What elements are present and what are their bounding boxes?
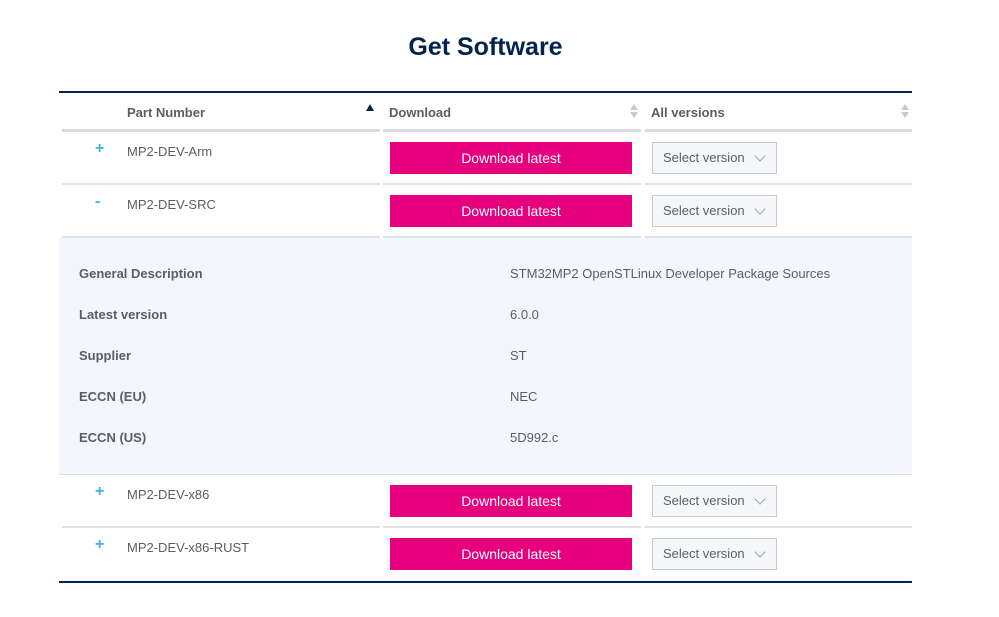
expand-toggle[interactable]: + — [95, 140, 104, 158]
table-row: + MP2-DEV-x86 Download latest Select ver… — [59, 475, 912, 528]
detail-value: ST — [510, 348, 527, 363]
detail-row-eccn-us: ECCN (US) 5D992.c — [59, 430, 912, 450]
chevron-down-icon — [754, 203, 766, 215]
part-number-cell: MP2-DEV-x86-RUST — [121, 528, 380, 581]
header-part-number-label: Part Number — [127, 105, 206, 120]
header-all-versions-label: All versions — [651, 105, 725, 120]
detail-row-general-description: General Description STM32MP2 OpenSTLinux… — [59, 266, 912, 286]
detail-value: STM32MP2 OpenSTLinux Developer Package S… — [510, 266, 831, 281]
detail-row-supplier: Supplier ST — [59, 348, 912, 368]
select-version-dropdown[interactable]: Select version — [652, 195, 777, 227]
detail-label: ECCN (EU) — [79, 389, 147, 404]
chevron-down-icon — [754, 546, 766, 558]
part-number-cell: MP2-DEV-SRC — [121, 185, 380, 238]
version-cell: Select version — [645, 475, 912, 528]
select-version-dropdown[interactable]: Select version — [652, 142, 777, 174]
detail-label: Latest version — [79, 307, 168, 322]
select-version-dropdown[interactable]: Select version — [652, 538, 777, 570]
select-version-label: Select version — [663, 203, 745, 218]
part-number: MP2-DEV-x86-RUST — [127, 540, 250, 555]
part-number: MP2-DEV-Arm — [127, 144, 213, 159]
header-download-label: Download — [389, 105, 452, 120]
part-number: MP2-DEV-x86 — [127, 487, 210, 502]
select-version-dropdown[interactable]: Select version — [652, 485, 777, 517]
download-latest-button[interactable]: Download latest — [390, 142, 632, 174]
download-cell: Download latest — [383, 185, 641, 238]
version-cell: Select version — [645, 185, 912, 238]
sort-icon[interactable] — [629, 104, 639, 120]
detail-label: Supplier — [79, 348, 132, 363]
select-version-label: Select version — [663, 546, 745, 561]
part-number: MP2-DEV-SRC — [127, 197, 216, 212]
expand-toggle[interactable]: + — [95, 536, 104, 554]
software-table: Part Number Download All versions + MP2-… — [59, 91, 912, 583]
table-row: + MP2-DEV-x86-RUST Download latest Selec… — [59, 528, 912, 581]
part-number-cell: MP2-DEV-Arm — [121, 132, 380, 185]
table-header: Part Number Download All versions — [59, 93, 912, 132]
detail-row-eccn-eu: ECCN (EU) NEC — [59, 389, 912, 409]
detail-row-latest-version: Latest version 6.0.0 — [59, 307, 912, 327]
detail-label: ECCN (US) — [79, 430, 147, 445]
version-cell: Select version — [645, 132, 912, 185]
detail-panel: General Description STM32MP2 OpenSTLinux… — [59, 238, 912, 475]
download-cell: Download latest — [383, 132, 641, 185]
collapse-toggle[interactable]: - — [95, 193, 100, 211]
download-latest-button[interactable]: Download latest — [390, 538, 632, 570]
header-part-number[interactable]: Part Number — [121, 93, 380, 132]
detail-value: 5D992.c — [510, 430, 559, 445]
detail-label: General Description — [79, 266, 203, 281]
expand-toggle[interactable]: + — [95, 483, 104, 501]
table-row: + MP2-DEV-Arm Download latest Select ver… — [59, 132, 912, 185]
get-software-page: Get Software Part Number Download All ve… — [0, 0, 999, 617]
header-download[interactable]: Download — [383, 93, 641, 132]
detail-value: NEC — [510, 389, 538, 404]
sort-ascending-icon[interactable] — [366, 104, 374, 111]
chevron-down-icon — [754, 150, 766, 162]
table-row: - MP2-DEV-SRC Download latest Select ver… — [59, 185, 912, 238]
header-all-versions[interactable]: All versions — [645, 93, 912, 132]
page-title: Get Software — [408, 33, 563, 61]
detail-value: 6.0.0 — [510, 307, 539, 322]
select-version-label: Select version — [663, 150, 745, 165]
download-latest-button[interactable]: Download latest — [390, 485, 632, 517]
download-latest-button[interactable]: Download latest — [390, 195, 632, 227]
part-number-cell: MP2-DEV-x86 — [121, 475, 380, 528]
select-version-label: Select version — [663, 493, 745, 508]
download-cell: Download latest — [383, 475, 641, 528]
download-cell: Download latest — [383, 528, 641, 581]
chevron-down-icon — [754, 493, 766, 505]
sort-icon[interactable] — [900, 104, 910, 120]
version-cell: Select version — [645, 528, 912, 581]
